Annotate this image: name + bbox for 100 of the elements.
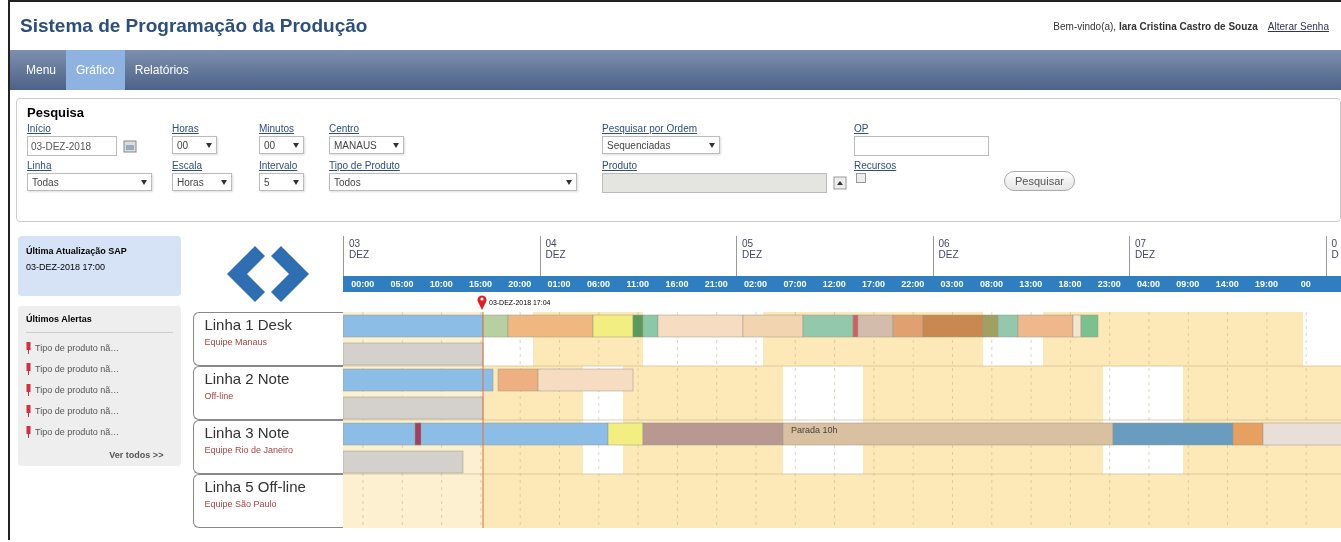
hour-tick: 22:00 xyxy=(900,279,926,289)
month-name: DEZ xyxy=(742,249,763,260)
select-field[interactable]: 00 xyxy=(259,136,304,154)
hour-tick: 20:00 xyxy=(507,279,533,289)
month-name: DEZ xyxy=(545,249,567,260)
line-name: Linha 2 Note xyxy=(204,370,291,387)
line-name: Linha 5 Off-line xyxy=(204,478,307,495)
bar-label: Parada 10h xyxy=(791,425,838,435)
alert-icon xyxy=(26,362,31,375)
month-name: DEZ xyxy=(1135,249,1156,260)
caret-icon xyxy=(141,179,147,185)
date-field[interactable]: 03-DEZ-2018 xyxy=(27,136,117,156)
team-name: Equipe Manaus xyxy=(204,337,268,347)
update-time: 03-DEZ-2018 17:00 xyxy=(26,262,107,272)
alert-text[interactable]: Tipo de produto nã… xyxy=(35,363,120,374)
caret-icon xyxy=(709,142,715,148)
caret-icon xyxy=(393,142,399,148)
hour-tick: 13:00 xyxy=(1018,279,1044,289)
team-name: Equipe São Paulo xyxy=(204,499,278,509)
location-pin-icon xyxy=(477,294,487,310)
hour-tick: 02:00 xyxy=(743,279,769,289)
alert-icon xyxy=(26,425,31,438)
hour-tick: 10:00 xyxy=(428,279,454,289)
field-label[interactable]: Início xyxy=(27,123,172,134)
caret-icon xyxy=(293,179,299,185)
select-field[interactable]: Todos xyxy=(329,173,577,191)
select-field[interactable]: 00 xyxy=(172,136,217,154)
hour-tick: 00 xyxy=(1299,279,1312,289)
select-field[interactable]: 5 xyxy=(259,173,304,191)
search-button[interactable]: Pesquisar xyxy=(1004,171,1075,191)
hour-tick: 06:00 xyxy=(585,279,611,289)
field-label[interactable]: Horas xyxy=(172,123,259,134)
card-title: Últimos Alertas xyxy=(26,314,174,333)
app-title: Sistema de Programação da Produção xyxy=(20,15,368,37)
alert-icon xyxy=(26,341,31,354)
team-name: Equipe Rio de Janeiro xyxy=(204,445,294,455)
month-name: DEZ xyxy=(938,249,960,260)
hour-tick: 19:00 xyxy=(1253,279,1279,289)
hour-tick: 17:00 xyxy=(861,279,886,289)
hour-tick: 18:00 xyxy=(1057,279,1083,289)
field-label[interactable]: Centro xyxy=(329,123,602,134)
hour-tick: 03:00 xyxy=(939,279,965,289)
month-name: D xyxy=(1331,249,1340,260)
line-name: Linha 3 Note xyxy=(204,424,291,441)
alert-icon xyxy=(26,404,31,417)
day-number: 03 xyxy=(349,238,362,249)
nav-tab[interactable]: Relatórios xyxy=(124,50,199,90)
hour-tick: 09:00 xyxy=(1175,279,1201,289)
select-field[interactable]: MANAUS xyxy=(329,136,404,154)
select-field[interactable]: Todas xyxy=(27,173,152,191)
alert-text[interactable]: Tipo de produto nã… xyxy=(35,405,120,416)
field-label[interactable]: Linha xyxy=(27,160,172,171)
alert-icon xyxy=(26,383,31,396)
field-label[interactable]: Minutos xyxy=(259,123,329,134)
hour-tick: 14:00 xyxy=(1214,279,1240,289)
hour-tick: 21:00 xyxy=(703,279,729,289)
day-number: 06 xyxy=(938,238,951,249)
hour-tick: 12:00 xyxy=(821,279,847,289)
field-label[interactable]: Tipo de Produto xyxy=(329,160,602,171)
caret-icon xyxy=(221,179,227,185)
hour-tick: 16:00 xyxy=(664,279,690,289)
alert-text[interactable]: Tipo de produto nã… xyxy=(35,342,120,353)
month-name: DEZ xyxy=(349,249,370,260)
field-label[interactable]: Intervalo xyxy=(259,160,329,171)
hour-tick: 00:00 xyxy=(350,279,376,289)
panel-title: Pesquisa xyxy=(27,105,86,120)
checkbox[interactable] xyxy=(856,173,866,183)
field-label[interactable]: OP xyxy=(854,123,1004,134)
next-icon[interactable] xyxy=(271,246,310,302)
op-field[interactable] xyxy=(854,136,989,156)
day-number: 04 xyxy=(545,238,558,249)
hour-tick: 04:00 xyxy=(1136,279,1162,289)
nav-tab[interactable]: Menu xyxy=(16,50,67,90)
caret-icon xyxy=(206,142,212,148)
select-field[interactable]: Horas xyxy=(172,173,232,191)
day-number: 07 xyxy=(1135,238,1148,249)
day-number: 05 xyxy=(742,238,755,249)
hour-tick: 15:00 xyxy=(468,279,494,289)
alert-text[interactable]: Tipo de produto nã… xyxy=(35,384,120,395)
see-all-link[interactable]: Ver todos >> xyxy=(26,450,174,460)
hour-tick: 07:00 xyxy=(782,279,808,289)
change-password-link[interactable]: Alterar Senha xyxy=(1267,20,1329,32)
team-name: Off-line xyxy=(204,391,235,401)
line-name: Linha 1 Desk xyxy=(204,316,293,333)
hour-tick: 08:00 xyxy=(978,279,1004,289)
select-field[interactable]: Sequenciadas xyxy=(602,136,720,154)
field-label[interactable]: Escala xyxy=(172,160,259,171)
hour-tick: 23:00 xyxy=(1096,279,1122,289)
day-number: 0 xyxy=(1331,238,1339,249)
calendar-icon[interactable] xyxy=(123,139,137,153)
caret-icon xyxy=(293,142,299,148)
field-label[interactable]: Recursos xyxy=(854,160,1004,171)
hour-tick: 11:00 xyxy=(625,279,650,289)
previous-icon[interactable] xyxy=(227,246,266,302)
caret-icon xyxy=(566,179,572,185)
welcome-text: Bem-vindo(a), Iara Cristina Castro de Souza xyxy=(1053,20,1258,32)
card-title: Última Atualização SAP xyxy=(26,246,128,256)
field-label[interactable]: Pesquisar por Ordem xyxy=(602,123,854,134)
alert-text[interactable]: Tipo de produto nã… xyxy=(35,426,120,437)
hour-tick: 05:00 xyxy=(389,279,415,289)
